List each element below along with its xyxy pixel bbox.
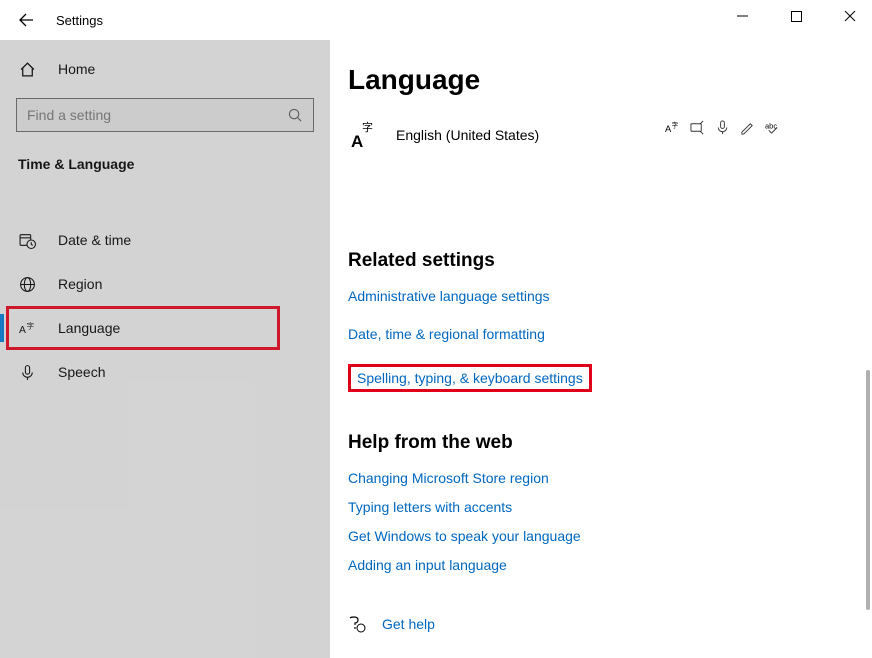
text-to-speech-icon (690, 120, 705, 135)
calendar-clock-icon (18, 231, 36, 249)
sidebar-item-date-time[interactable]: Date & time (0, 218, 330, 262)
microphone-icon (18, 363, 36, 381)
speech-recognition-icon (715, 120, 730, 135)
sidebar-item-speech[interactable]: Speech (0, 350, 330, 394)
language-icon: A字 (18, 319, 36, 337)
window-title: Settings (56, 13, 103, 28)
link-get-help[interactable]: Get help (382, 616, 435, 632)
current-language-label: English (United States) (396, 127, 539, 143)
link-changing-store-region[interactable]: Changing Microsoft Store region (348, 470, 549, 486)
page-title: Language (348, 64, 862, 96)
minimize-button[interactable] (726, 2, 758, 30)
home-icon (18, 60, 36, 78)
current-language-row[interactable]: 字A English (United States) (348, 120, 539, 150)
main-content: Language 字A English (United States) A字 a… (330, 40, 872, 658)
titlebar: Settings (0, 0, 872, 40)
link-windows-speak-language[interactable]: Get Windows to speak your language (348, 528, 581, 544)
spellcheck-icon: abc (765, 120, 780, 135)
svg-text:A: A (19, 325, 26, 336)
web-help-heading: Help from the web (348, 432, 862, 454)
maximize-button[interactable] (780, 2, 812, 30)
language-glyph-icon: 字A (348, 120, 378, 150)
svg-text:A: A (351, 132, 363, 150)
search-box[interactable] (16, 98, 314, 132)
search-input[interactable] (27, 107, 288, 123)
globe-icon (18, 275, 36, 293)
sidebar-item-label: Region (58, 276, 102, 292)
link-spelling-typing-keyboard[interactable]: Spelling, typing, & keyboard settings (357, 370, 583, 386)
sidebar-item-label: Language (58, 320, 120, 336)
link-adding-input-language[interactable]: Adding an input language (348, 557, 507, 573)
sidebar: Home Time & Language Date & time Region (0, 40, 330, 658)
related-settings-heading: Related settings (348, 250, 862, 272)
svg-text:字: 字 (362, 120, 373, 134)
handwriting-icon (740, 120, 755, 135)
sidebar-item-language[interactable]: A字 Language (6, 306, 280, 350)
link-administrative-language[interactable]: Administrative language settings (348, 288, 550, 304)
close-button[interactable] (834, 2, 866, 30)
svg-text:字: 字 (672, 121, 679, 130)
back-button[interactable] (18, 12, 34, 28)
sidebar-item-label: Speech (58, 364, 105, 380)
sidebar-section-label: Time & Language (0, 146, 330, 190)
link-typing-accents[interactable]: Typing letters with accents (348, 499, 512, 515)
sidebar-home-label: Home (58, 61, 95, 77)
sidebar-home[interactable]: Home (0, 50, 330, 88)
link-date-time-regional[interactable]: Date, time & regional formatting (348, 326, 545, 342)
display-language-icon: A字 (665, 120, 680, 135)
svg-text:字: 字 (26, 320, 34, 330)
sidebar-item-region[interactable]: Region (0, 262, 330, 306)
gethelp-icon (348, 615, 366, 633)
scrollbar[interactable] (866, 370, 870, 610)
search-icon (288, 108, 303, 123)
language-feature-icons: A字 abc (665, 120, 780, 135)
sidebar-item-label: Date & time (58, 232, 131, 248)
